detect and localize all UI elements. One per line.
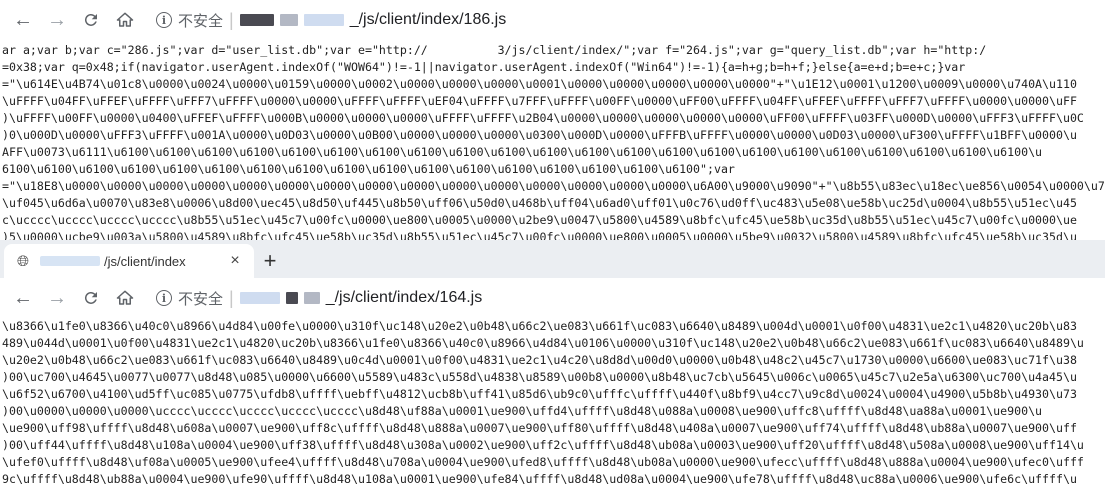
source-line: \u6f52\u6700\u4100\ud5ff\uc085\u0775\ufd… [2, 387, 1077, 401]
address-separator: | [229, 9, 234, 30]
source-line: \u8366\u1fe0\u8366\u40c0\u8966\u4d84\u00… [2, 319, 1077, 333]
not-secure-label: 不安全 [178, 290, 224, 308]
reload-icon [84, 13, 97, 26]
url-path: _/js/client/index/164.js [325, 289, 483, 306]
source-line: )00\u0000\u0000\u0000\ucccc\ucccc\ucccc\… [2, 404, 1043, 418]
redacted-host [303, 14, 344, 26]
browser-window-top: ← → i 不安全 | _/js/client/index/186.js ar … [0, 0, 1105, 240]
redacted-host [40, 256, 100, 266]
address-bar[interactable]: i 不安全 | _/js/client/index/164.js [144, 283, 482, 313]
info-icon[interactable]: i [156, 12, 172, 28]
source-line: c\ucccc\ucccc\ucccc\ucccc\u8b55\u51ec\u4… [2, 213, 1077, 227]
source-line: \ue900\uff98\uffff\u8d48\u608a\u0007\ue9… [2, 421, 1077, 435]
address-separator: | [229, 287, 234, 308]
source-line: AFF\u0073\u6111\u6100\u6100\u6100\u6100\… [2, 145, 1043, 159]
home-button[interactable] [110, 283, 140, 313]
navigation-toolbar: ← → i 不安全 | _/js/client/index/164.js [0, 278, 1105, 318]
source-line: \u20e2\u0b48\u66c2\ue083\u661f\uc083\u66… [2, 353, 1077, 367]
back-button[interactable]: ← [8, 5, 38, 35]
close-tab-button[interactable]: × [226, 252, 244, 270]
page-source-code: ar a;var b;var c="286.js";var d="user_li… [0, 40, 1105, 240]
tab-title: /js/client/index [40, 254, 218, 269]
page-source-code: \u8366\u1fe0\u8366\u40c0\u8966\u4d84\u00… [0, 318, 1105, 488]
right-arrow-icon: → [47, 8, 67, 31]
source-line: =0x38;var q=0x48;if(navigator.userAgent.… [2, 60, 966, 74]
browser-window-bottom: 🌐︎ /js/client/index × + ← → i 不安全 | _/js… [0, 240, 1105, 504]
redacted-host [279, 14, 298, 26]
source-line: ="\u614E\u4B74\u01c8\u0000\u0024\u0000\u… [2, 77, 1077, 91]
tab-strip: 🌐︎ /js/client/index × + [0, 240, 1105, 278]
source-line: )0\u000D\u0000\uFFF3\uFFFF\u001A\u0000\u… [2, 128, 1077, 142]
tab-active[interactable]: 🌐︎ /js/client/index × [4, 244, 254, 278]
redacted-host [239, 292, 280, 304]
info-icon[interactable]: i [156, 290, 172, 306]
home-icon [116, 290, 134, 305]
home-icon [116, 12, 134, 27]
left-arrow-icon: ← [13, 286, 33, 309]
source-line: \uf045\u6d6a\u0070\u83e8\u0006\u8d00\uec… [2, 196, 1077, 210]
source-line: \uFFFF\u04FF\uFFEF\uFFFF\uFFF7\uFFFF\u00… [2, 94, 1077, 108]
redacted-host [239, 14, 274, 26]
tab-title-text: /js/client/index [104, 253, 186, 269]
source-line: ar a;var b;var c="286.js";var d="user_li… [2, 43, 1001, 57]
source-line: )00\uff44\uffff\u8d48\u108a\u0004\ue900\… [2, 438, 1084, 452]
reload-button[interactable] [76, 283, 106, 313]
source-line: \ufef0\uffff\u8d48\uf08a\u0005\ue900\ufe… [2, 455, 1084, 469]
source-line: )5\u0000\ucbe9\u003a\u5800\u4589\u8bfc\u… [2, 230, 1077, 240]
home-button[interactable] [110, 5, 140, 35]
source-line: 489\u044d\u0001\u0f00\u4831\ue2c1\u4820\… [2, 336, 1084, 350]
new-tab-button[interactable]: + [254, 244, 286, 278]
source-line: )00\uc700\u4645\u0077\u0077\u8d48\u085\u… [2, 370, 1077, 384]
redacted-host [303, 292, 320, 304]
not-secure-label: 不安全 [178, 12, 224, 30]
source-line: 9c\uffff\u8d48\ub88a\u0004\ue900\ufe90\u… [2, 472, 1077, 486]
url-path: _/js/client/index/186.js [349, 11, 507, 28]
forward-button[interactable]: → [42, 5, 72, 35]
forward-button[interactable]: → [42, 283, 72, 313]
redacted-host [285, 292, 298, 304]
address-bar[interactable]: i 不安全 | _/js/client/index/186.js [144, 5, 506, 35]
back-button[interactable]: ← [8, 283, 38, 313]
globe-icon: 🌐︎ [16, 252, 29, 270]
source-line: ="\u18E8\u0000\u0000\u0000\u0000\u0000\u… [2, 179, 1105, 193]
right-arrow-icon: → [47, 286, 67, 309]
reload-button[interactable] [76, 5, 106, 35]
source-line: 6100\u6100\u6100\u6100\u6100\u6100\u6100… [2, 162, 735, 176]
reload-icon [84, 291, 97, 304]
navigation-toolbar: ← → i 不安全 | _/js/client/index/186.js [0, 0, 1105, 40]
source-line: )\uFFFF\u00FF\u0000\u0400\uFFEF\uFFFF\u0… [2, 111, 1084, 125]
left-arrow-icon: ← [13, 8, 33, 31]
